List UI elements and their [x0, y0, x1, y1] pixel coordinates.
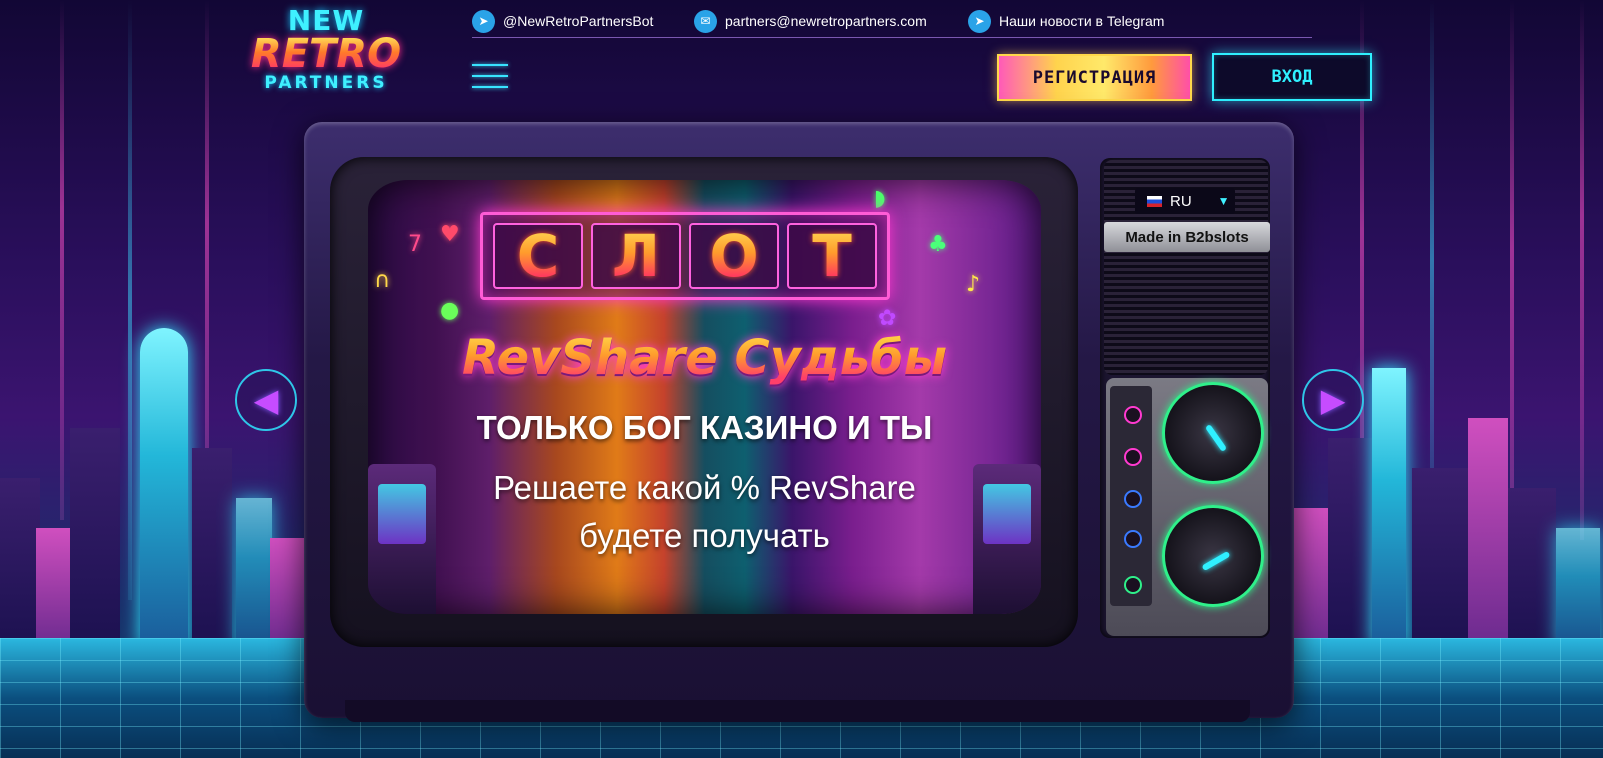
slot-title-box: С Л О Т: [480, 212, 890, 300]
slot-letter: С: [495, 223, 581, 289]
slot-letter: Л: [593, 223, 679, 289]
russia-flag-icon: [1147, 195, 1162, 207]
tv-volume-knob: [1162, 505, 1264, 607]
logo-text-retro: RETRO: [226, 34, 426, 74]
lemon-icon: ●: [440, 298, 460, 323]
chevron-down-icon: ▼: [1217, 194, 1230, 208]
slot-reel: О: [689, 223, 779, 289]
bell-icon: ♪: [966, 272, 981, 297]
made-in-b2bslots-badge[interactable]: Made in B2bslots: [1104, 222, 1270, 252]
cherry-icon: ♥: [440, 222, 460, 247]
contact-email-link[interactable]: ✉ partners@newretropartners.com: [694, 8, 927, 34]
tv-control-button: [1124, 530, 1142, 548]
contact-telegram-news-text: Наши новости в Telegram: [999, 13, 1165, 29]
grapes-icon: ✿: [878, 306, 897, 331]
clover-icon: ♣: [928, 232, 948, 257]
watermelon-icon: ◗: [874, 186, 886, 211]
tv-control-button: [1124, 406, 1142, 424]
contacts-bar: ➤ @NewRetroPartnersBot ✉ partners@newret…: [472, 4, 1312, 38]
seven-icon: 7: [408, 232, 422, 257]
horseshoe-icon: ∩: [374, 268, 391, 293]
menu-hamburger-icon[interactable]: [472, 62, 508, 90]
tv-control-button: [1124, 490, 1142, 508]
telegram-icon: ➤: [472, 9, 495, 33]
contact-telegram-bot-text: @NewRetroPartnersBot: [503, 13, 654, 29]
slot-reel: С: [493, 223, 583, 289]
banner-subtitle: ТОЛЬКО БОГ КАЗИНО И ТЫ: [476, 409, 933, 446]
retro-tv-base: [345, 700, 1250, 722]
banner-body-line-2: будете получать: [579, 517, 830, 554]
banner-screen[interactable]: 7 ♥ ∩ ● ♣ ♪ ✿ ◗ С Л О Т RevShare Судьбы …: [368, 180, 1041, 614]
arrow-left-icon[interactable]: ◀: [235, 369, 297, 431]
language-selector-value: RU: [1170, 192, 1192, 210]
slot-letter: Т: [789, 223, 875, 289]
contact-telegram-bot-link[interactable]: ➤ @NewRetroPartnersBot: [472, 8, 653, 34]
tv-control-button: [1124, 448, 1142, 466]
slot-letter: О: [691, 223, 777, 289]
site-logo[interactable]: NEW RETRO PARTNERS: [226, 6, 426, 96]
contact-email-text: partners@newretropartners.com: [725, 13, 927, 29]
telegram-icon: ➤: [968, 9, 991, 33]
language-selector[interactable]: RU ▼: [1135, 188, 1235, 214]
tv-control-button: [1124, 576, 1142, 594]
mail-icon: ✉: [694, 9, 717, 33]
tv-channel-knob: [1162, 382, 1264, 484]
login-button[interactable]: ВХОД: [1212, 53, 1372, 101]
register-button[interactable]: РЕГИСТРАЦИЯ: [997, 54, 1192, 101]
slot-reel: Т: [787, 223, 877, 289]
banner-body: Решаете какой % RevShare будете получать: [368, 464, 1041, 560]
slot-reel: Л: [591, 223, 681, 289]
arrow-right-icon[interactable]: ▶: [1302, 369, 1364, 431]
contact-telegram-news-link[interactable]: ➤ Наши новости в Telegram: [968, 8, 1164, 34]
banner-headline: RevShare Судьбы: [368, 330, 1041, 386]
banner-body-line-1: Решаете какой % RevShare: [493, 469, 916, 506]
city-skyline-left: [0, 318, 310, 648]
